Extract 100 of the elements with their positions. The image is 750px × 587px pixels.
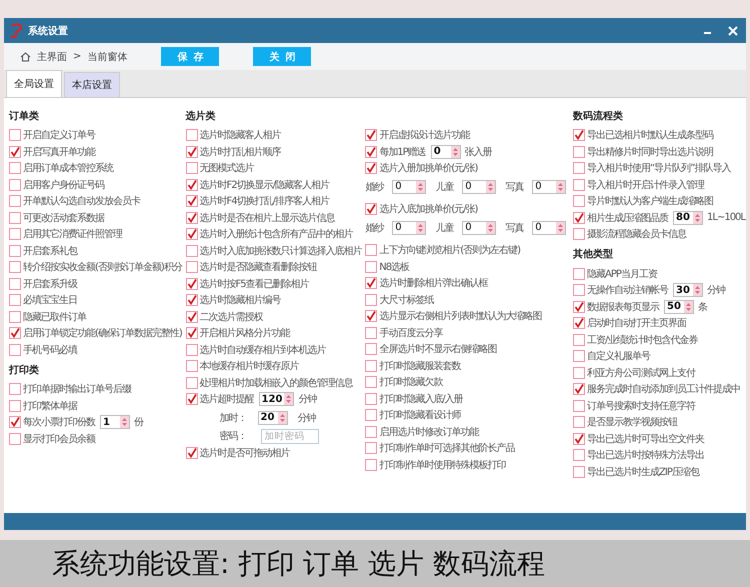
breadcrumb-link[interactable]: 主界面 (37, 50, 67, 64)
number-field[interactable]: 1 (100, 415, 130, 430)
checkbox[interactable] (365, 458, 378, 471)
checkbox[interactable] (9, 228, 21, 240)
checkbox[interactable] (365, 146, 378, 158)
stepper-icon[interactable] (284, 393, 294, 406)
checkbox[interactable] (573, 162, 586, 174)
checkbox[interactable] (9, 310, 21, 323)
stepper-icon[interactable] (278, 412, 287, 424)
tab[interactable]: 全局设置 (6, 70, 62, 97)
checkbox[interactable] (186, 244, 198, 257)
checkbox[interactable] (365, 326, 378, 339)
checkbox[interactable] (365, 203, 378, 216)
checkbox[interactable] (573, 195, 586, 208)
stepper-icon[interactable] (450, 146, 460, 158)
number-field[interactable]: 80 (673, 210, 704, 225)
checkbox[interactable] (186, 294, 198, 306)
checkbox[interactable] (573, 416, 586, 428)
checkbox[interactable] (9, 294, 21, 306)
checkbox[interactable] (9, 278, 21, 290)
checkbox[interactable] (9, 400, 21, 412)
number-field[interactable]: 0 (532, 180, 566, 194)
checkbox[interactable] (365, 392, 378, 405)
checkbox[interactable] (186, 162, 198, 174)
number-field[interactable]: 120 (258, 392, 294, 406)
checkbox[interactable] (9, 129, 21, 142)
number-field[interactable]: 0 (532, 220, 566, 235)
checkbox[interactable] (9, 244, 21, 257)
number-field[interactable]: 0 (462, 220, 496, 235)
checkbox[interactable] (365, 409, 378, 422)
number-field[interactable]: 20 (258, 410, 288, 425)
stepper-icon[interactable] (556, 222, 566, 234)
checkbox[interactable] (9, 195, 21, 208)
checkbox[interactable] (186, 212, 198, 224)
checkbox[interactable] (573, 317, 586, 330)
stepper-icon[interactable] (120, 416, 129, 428)
checkbox[interactable] (573, 129, 586, 142)
checkbox[interactable] (186, 446, 198, 459)
checkbox[interactable] (573, 383, 586, 396)
checkbox[interactable] (9, 146, 21, 158)
checkbox[interactable] (365, 442, 378, 454)
checkbox[interactable] (186, 310, 198, 323)
checkbox[interactable] (186, 129, 198, 142)
checkbox[interactable] (9, 416, 21, 428)
checkbox[interactable] (9, 162, 21, 174)
checkbox[interactable] (365, 244, 378, 256)
stepper-icon[interactable] (486, 222, 496, 234)
checkbox[interactable] (365, 360, 378, 372)
checkbox[interactable] (573, 449, 586, 462)
number-field[interactable]: 0 (392, 220, 426, 235)
checkbox[interactable] (186, 195, 198, 208)
number-field[interactable]: 50 (664, 300, 694, 314)
number-field[interactable]: 0 (462, 180, 496, 194)
checkbox[interactable] (573, 178, 586, 191)
checkbox[interactable] (9, 212, 21, 224)
stepper-icon[interactable] (693, 284, 702, 296)
checkbox[interactable] (9, 178, 21, 191)
checkbox[interactable] (186, 327, 198, 340)
stepper-icon[interactable] (486, 180, 496, 193)
checkbox[interactable] (186, 393, 198, 406)
home-icon[interactable] (20, 52, 31, 62)
stepper-icon[interactable] (416, 222, 426, 234)
checkbox[interactable] (186, 146, 198, 158)
checkbox[interactable] (573, 212, 586, 224)
checkbox[interactable] (186, 344, 198, 356)
checkbox[interactable] (573, 466, 586, 478)
stepper-icon[interactable] (693, 212, 702, 224)
checkbox[interactable] (573, 366, 586, 379)
checkbox[interactable] (9, 261, 21, 274)
checkbox[interactable] (573, 400, 586, 412)
checkbox[interactable] (186, 178, 198, 191)
stepper-icon[interactable] (416, 180, 426, 193)
checkbox[interactable] (365, 162, 378, 174)
checkbox[interactable] (9, 327, 21, 340)
checkbox[interactable] (573, 268, 586, 280)
checkbox[interactable] (365, 277, 378, 290)
stepper-icon[interactable] (556, 180, 566, 193)
checkbox[interactable] (186, 360, 198, 372)
checkbox[interactable] (365, 129, 378, 142)
checkbox[interactable] (186, 376, 198, 389)
number-field[interactable]: 0 (430, 144, 461, 159)
checkbox[interactable] (365, 343, 378, 356)
checkbox[interactable] (186, 228, 198, 240)
checkbox[interactable] (365, 310, 378, 322)
number-field[interactable]: 30 (673, 283, 704, 298)
checkbox[interactable] (9, 383, 21, 396)
checkbox[interactable] (573, 146, 586, 158)
checkbox[interactable] (573, 350, 586, 362)
number-field[interactable]: 0 (392, 180, 426, 194)
checkbox[interactable] (573, 228, 586, 240)
checkbox[interactable] (573, 300, 586, 313)
stepper-icon[interactable] (684, 300, 694, 313)
tab[interactable]: 本店设置 (64, 72, 120, 97)
checkbox[interactable] (365, 294, 378, 306)
checkbox[interactable] (573, 334, 586, 346)
checkbox[interactable] (365, 426, 378, 438)
checkbox[interactable] (365, 376, 378, 388)
close-icon[interactable] (728, 26, 738, 36)
checkbox[interactable] (573, 284, 586, 296)
checkbox[interactable] (186, 261, 198, 274)
